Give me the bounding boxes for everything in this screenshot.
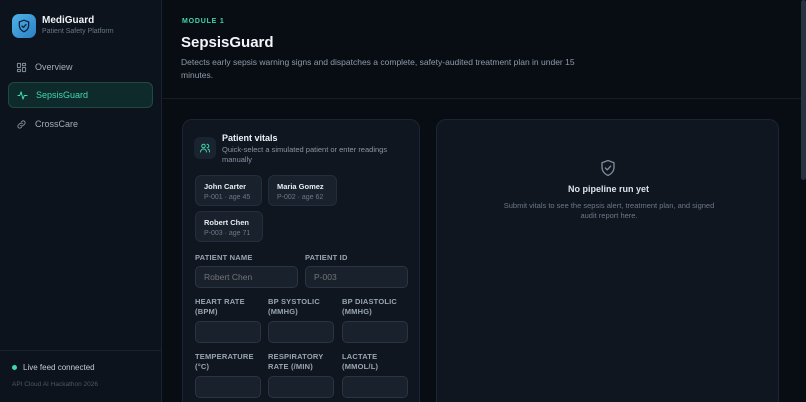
bp-systolic-input[interactable] bbox=[268, 321, 334, 343]
lactate-input[interactable] bbox=[342, 376, 408, 398]
link-icon bbox=[17, 119, 26, 129]
heart-rate-input[interactable] bbox=[195, 321, 261, 343]
page-description: Detects early sepsis warning signs and d… bbox=[181, 57, 575, 80]
patient-name: John Carter bbox=[204, 182, 247, 191]
page-scrollbar[interactable] bbox=[801, 0, 806, 180]
header-divider bbox=[163, 98, 806, 99]
sidebar-item-label: SepsisGuard bbox=[36, 90, 89, 100]
patient-id-label: PATIENT ID bbox=[305, 253, 348, 262]
card-subtitle: Quick-select a simulated patient or ente… bbox=[222, 145, 388, 164]
temperature-input[interactable] bbox=[195, 376, 261, 398]
sidebar-credit: API Cloud AI Hackathon 2026 bbox=[12, 381, 99, 388]
module-label: MODULE 1 bbox=[182, 18, 225, 25]
users-icon bbox=[194, 137, 216, 159]
patient-name-label: PATIENT NAME bbox=[195, 253, 253, 262]
brand[interactable]: MediGuard Patient Safety Platform bbox=[12, 14, 114, 38]
respiratory-rate-input[interactable] bbox=[268, 376, 334, 398]
patient-meta: P-002 · age 62 bbox=[277, 194, 324, 201]
sidebar-item-crosscare[interactable]: CrossCare bbox=[8, 111, 153, 137]
patient-chip-maria-gomez[interactable]: Maria Gomez P-002 · age 62 bbox=[268, 175, 337, 206]
patient-chip-robert-chen[interactable]: Robert Chen P-003 · age 71 bbox=[195, 211, 263, 242]
respiratory-rate-label: RESPIRATORY RATE (/MIN) bbox=[268, 352, 324, 371]
live-status-text: Live feed connected bbox=[23, 363, 95, 372]
sidebar-item-label: CrossCare bbox=[35, 119, 79, 129]
empty-state-title: No pipeline run yet bbox=[567, 184, 649, 194]
grid-icon bbox=[16, 62, 27, 72]
patient-meta: P-001 · age 45 bbox=[204, 194, 251, 201]
patient-name: Robert Chen bbox=[204, 218, 249, 227]
status-dot-icon bbox=[12, 365, 17, 370]
temperature-label: TEMPERATURE (°C) bbox=[195, 352, 254, 371]
patient-id-input[interactable] bbox=[305, 266, 408, 288]
sidebar-divider bbox=[0, 350, 162, 351]
pipeline-card: No pipeline run yet Submit vitals to see… bbox=[436, 119, 779, 402]
pulse-icon bbox=[17, 90, 28, 100]
patient-name: Maria Gomez bbox=[277, 182, 324, 191]
bp-diastolic-input[interactable] bbox=[342, 321, 408, 343]
card-title: Patient vitals bbox=[222, 133, 278, 143]
sidebar-item-overview[interactable]: Overview bbox=[8, 54, 153, 80]
patient-vitals-card: Patient vitals Quick-select a simulated … bbox=[182, 119, 420, 402]
live-status: Live feed connected bbox=[12, 363, 95, 372]
patient-meta: P-003 · age 71 bbox=[204, 230, 251, 237]
shield-logo-icon bbox=[12, 14, 36, 38]
sidebar: MediGuard Patient Safety Platform Overvi… bbox=[0, 0, 162, 402]
patient-name-input[interactable] bbox=[195, 266, 298, 288]
lactate-label: LACTATE (MMOL/L) bbox=[342, 352, 379, 371]
brand-subtitle: Patient Safety Platform bbox=[42, 28, 114, 35]
bp-diastolic-label: BP DIASTOLIC (MMHG) bbox=[342, 297, 398, 316]
page-title: SepsisGuard bbox=[181, 34, 274, 51]
bp-systolic-label: BP SYSTOLIC (MMHG) bbox=[268, 297, 320, 316]
empty-state-description: Submit vitals to see the sepsis alert, t… bbox=[503, 201, 715, 220]
shield-check-icon bbox=[599, 158, 617, 183]
brand-name: MediGuard bbox=[42, 15, 95, 26]
heart-rate-label: HEART RATE (BPM) bbox=[195, 297, 245, 316]
sidebar-item-label: Overview bbox=[35, 62, 73, 72]
sidebar-item-sepsisguard[interactable]: SepsisGuard bbox=[8, 82, 153, 108]
patient-chip-john-carter[interactable]: John Carter P-001 · age 45 bbox=[195, 175, 262, 206]
